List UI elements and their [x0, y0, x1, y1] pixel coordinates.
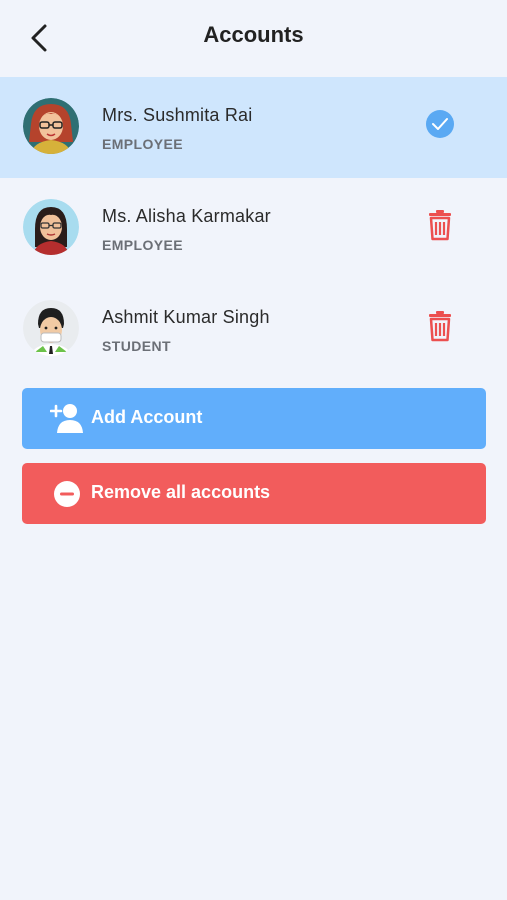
- remove-all-accounts-label: Remove all accounts: [91, 482, 271, 502]
- trash-icon: [429, 210, 451, 241]
- account-row-alisha-karmakar[interactable]: Ms. Alisha Karmakar EMPLOYEE: [0, 178, 507, 279]
- account-role: EMPLOYEE: [102, 237, 183, 253]
- page-title: Accounts: [203, 22, 304, 47]
- trash-icon: [429, 311, 451, 342]
- delete-account-button[interactable]: [424, 208, 456, 242]
- avatar: [23, 199, 79, 255]
- account-name: Ashmit Kumar Singh: [102, 307, 270, 327]
- avatar: [23, 98, 79, 154]
- avatar: [23, 300, 79, 356]
- add-user-icon: [49, 402, 84, 434]
- account-role: EMPLOYEE: [102, 136, 183, 152]
- selected-indicator: [424, 107, 456, 141]
- minus-circle-icon: [50, 477, 84, 509]
- app-header: Accounts: [0, 0, 507, 76]
- delete-account-button[interactable]: [424, 309, 456, 343]
- account-row-sushmita-rai[interactable]: Mrs. Sushmita Rai EMPLOYEE: [0, 77, 507, 178]
- add-account-label: Add Account: [91, 407, 203, 427]
- account-name: Mrs. Sushmita Rai: [102, 105, 253, 125]
- check-circle-icon: [426, 110, 454, 138]
- remove-all-accounts-button[interactable]: Remove all accounts: [22, 463, 486, 524]
- add-account-button[interactable]: Add Account: [22, 388, 486, 449]
- account-role: STUDENT: [102, 338, 171, 354]
- account-row-ashmit-kumar-singh[interactable]: Ashmit Kumar Singh STUDENT: [0, 279, 507, 380]
- account-name: Ms. Alisha Karmakar: [102, 206, 271, 226]
